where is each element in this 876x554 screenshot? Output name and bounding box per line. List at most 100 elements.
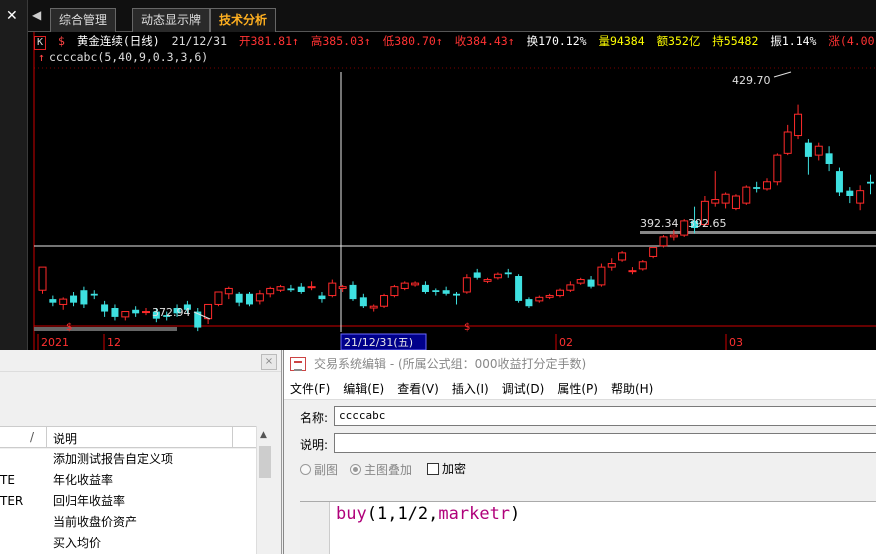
tab-general-management[interactable]: 综合管理 xyxy=(50,8,117,32)
candle-body xyxy=(493,273,502,279)
candle-body xyxy=(142,311,150,314)
candle-body xyxy=(867,181,874,184)
code-editor[interactable]: buy(1,1/2,marketr) xyxy=(300,501,876,554)
candle-body xyxy=(369,305,378,309)
tab-scroll-left-icon[interactable]: ◀ xyxy=(32,8,41,22)
formula-list-panel: × / 说明 添加测试报告自定义项 TE 年化收益率 TER 回归年收益率 当前收盘… xyxy=(0,350,282,554)
formula-indicator[interactable]: ↑ ccccabc(5,40,9,0.3,3,6) xyxy=(38,50,208,64)
tab-strip: ◀ 综合管理 动态显示牌 技术分析 xyxy=(28,0,876,32)
candle-body xyxy=(597,266,606,286)
k-line-button[interactable]: K xyxy=(34,36,47,50)
candle-body xyxy=(349,284,357,300)
x-tick-label: 03 xyxy=(729,336,743,349)
high-leader-line xyxy=(773,71,792,78)
candle-body xyxy=(462,277,471,293)
candle-body xyxy=(49,299,57,303)
menu-insert[interactable]: 插入(I) xyxy=(452,382,489,396)
list-scrollbar[interactable]: ▲ xyxy=(256,426,272,554)
formula-list: 添加测试报告自定义项 TE 年化收益率 TER 回归年收益率 当前收盘价资产 买入均… xyxy=(0,449,256,554)
menu-view[interactable]: 查看(V) xyxy=(397,382,439,396)
symbol-marker-icon: $ xyxy=(57,34,65,48)
candle-body xyxy=(680,220,689,236)
candle-body xyxy=(38,266,47,291)
menu-edit[interactable]: 编辑(E) xyxy=(343,382,384,396)
range-bar xyxy=(34,327,177,331)
close-icon[interactable]: ✕ xyxy=(6,8,18,24)
candle-body xyxy=(638,261,647,270)
sort-column-header[interactable]: / xyxy=(30,430,34,444)
candle-body xyxy=(411,282,420,286)
candle-body xyxy=(753,187,761,189)
candle-body xyxy=(483,279,492,282)
candle-body xyxy=(400,282,409,289)
candle-body xyxy=(669,234,678,238)
candle-body xyxy=(711,199,720,204)
turnover-rate: 换170.12% xyxy=(526,34,587,48)
menu-properties[interactable]: 属性(P) xyxy=(557,382,598,396)
code-line[interactable]: buy(1,1/2,marketr) xyxy=(336,504,520,524)
low-price-label: 372.94 xyxy=(152,306,191,319)
candle-body xyxy=(783,131,792,154)
left-sidebar: ✕ xyxy=(0,0,28,350)
close-price: 收384.43↑ xyxy=(454,34,515,48)
candle-body xyxy=(255,293,264,302)
panel-title-bar: × xyxy=(0,350,281,372)
radio-subchart[interactable]: 副图 xyxy=(300,461,338,478)
list-item[interactable]: 当前收盘价资产 xyxy=(0,512,256,533)
price-change: 涨(4.00) xyxy=(828,34,876,48)
chart-canvas[interactable]: 429.70 372.94 392.34 392.65 $ $2021 12 21/12/31… xyxy=(28,32,876,350)
name-input[interactable]: ccccabc xyxy=(334,406,876,426)
scroll-up-icon[interactable]: ▲ xyxy=(260,430,267,440)
desc-column-header[interactable]: 说明 xyxy=(53,430,77,447)
name-label: 名称: xyxy=(300,411,329,425)
candle-body xyxy=(794,113,803,137)
menu-debug[interactable]: 调试(D) xyxy=(502,382,545,396)
candle-body xyxy=(649,247,658,257)
candle-body xyxy=(204,303,213,320)
candlestick-chart[interactable]: 429.70 372.94 392.34 392.65 $ $2021 12 21/12/31… xyxy=(28,32,876,350)
candle-body xyxy=(121,311,130,318)
menu-help[interactable]: 帮助(H) xyxy=(611,382,653,396)
candle-body xyxy=(525,299,533,307)
candle-body xyxy=(607,263,616,268)
desc-input[interactable] xyxy=(334,433,876,453)
panel-close-button[interactable]: × xyxy=(261,354,277,370)
candle-body xyxy=(328,282,337,297)
dialog-title: 交易系统编辑 - (所属公式组：000收益打分定手数) xyxy=(314,357,587,371)
list-item[interactable]: 买入均价 xyxy=(0,533,256,554)
low-price: 低380.70↑ xyxy=(382,34,443,48)
menu-file[interactable]: 文件(F) xyxy=(290,382,330,396)
high-price: 高385.03↑ xyxy=(310,34,371,48)
dialog-body: 名称: ccccabc 说明: 副图 主图叠加 加密 buy(1,1/2,mar… xyxy=(284,400,876,554)
encrypt-checkbox[interactable]: 加密 xyxy=(427,460,466,477)
candle-body xyxy=(587,279,595,287)
candle-body xyxy=(535,296,544,302)
candle-body xyxy=(576,279,585,284)
radio-main-overlay[interactable]: 主图叠加 xyxy=(350,461,412,478)
x-tick-label: 2021 xyxy=(41,336,69,349)
candle-body xyxy=(473,272,481,278)
list-item[interactable]: TER 回归年收益率 xyxy=(0,491,256,512)
tab-dynamic-board[interactable]: 动态显示牌 xyxy=(132,8,211,32)
candle-body xyxy=(235,293,243,303)
list-item[interactable]: 添加测试报告自定义项 xyxy=(0,449,256,470)
candle-body xyxy=(835,171,843,193)
x-tick-label: 21/12/31(五) xyxy=(344,336,413,349)
editor-gutter xyxy=(300,502,330,554)
candle-body xyxy=(618,252,627,261)
list-header: / 说明 xyxy=(0,426,256,448)
editor-app-icon xyxy=(290,357,306,371)
high-price-label: 429.70 xyxy=(732,74,771,87)
candle-body xyxy=(70,295,78,303)
candle-body xyxy=(763,181,771,190)
tab-technical-analysis[interactable]: 技术分析 xyxy=(210,8,277,32)
instrument-name: 黄金连续(日线) xyxy=(76,34,160,48)
dialog-title-bar: 交易系统编辑 - (所属公式组：000收益打分定手数) xyxy=(284,350,876,378)
list-item[interactable]: TE 年化收益率 xyxy=(0,470,256,491)
candle-body xyxy=(421,284,429,292)
scrollbar-thumb[interactable] xyxy=(259,446,271,478)
candle-body xyxy=(380,295,389,307)
candle-body xyxy=(318,295,326,300)
quote-date: 21/12/31 xyxy=(171,34,228,48)
candle-body xyxy=(773,154,782,183)
